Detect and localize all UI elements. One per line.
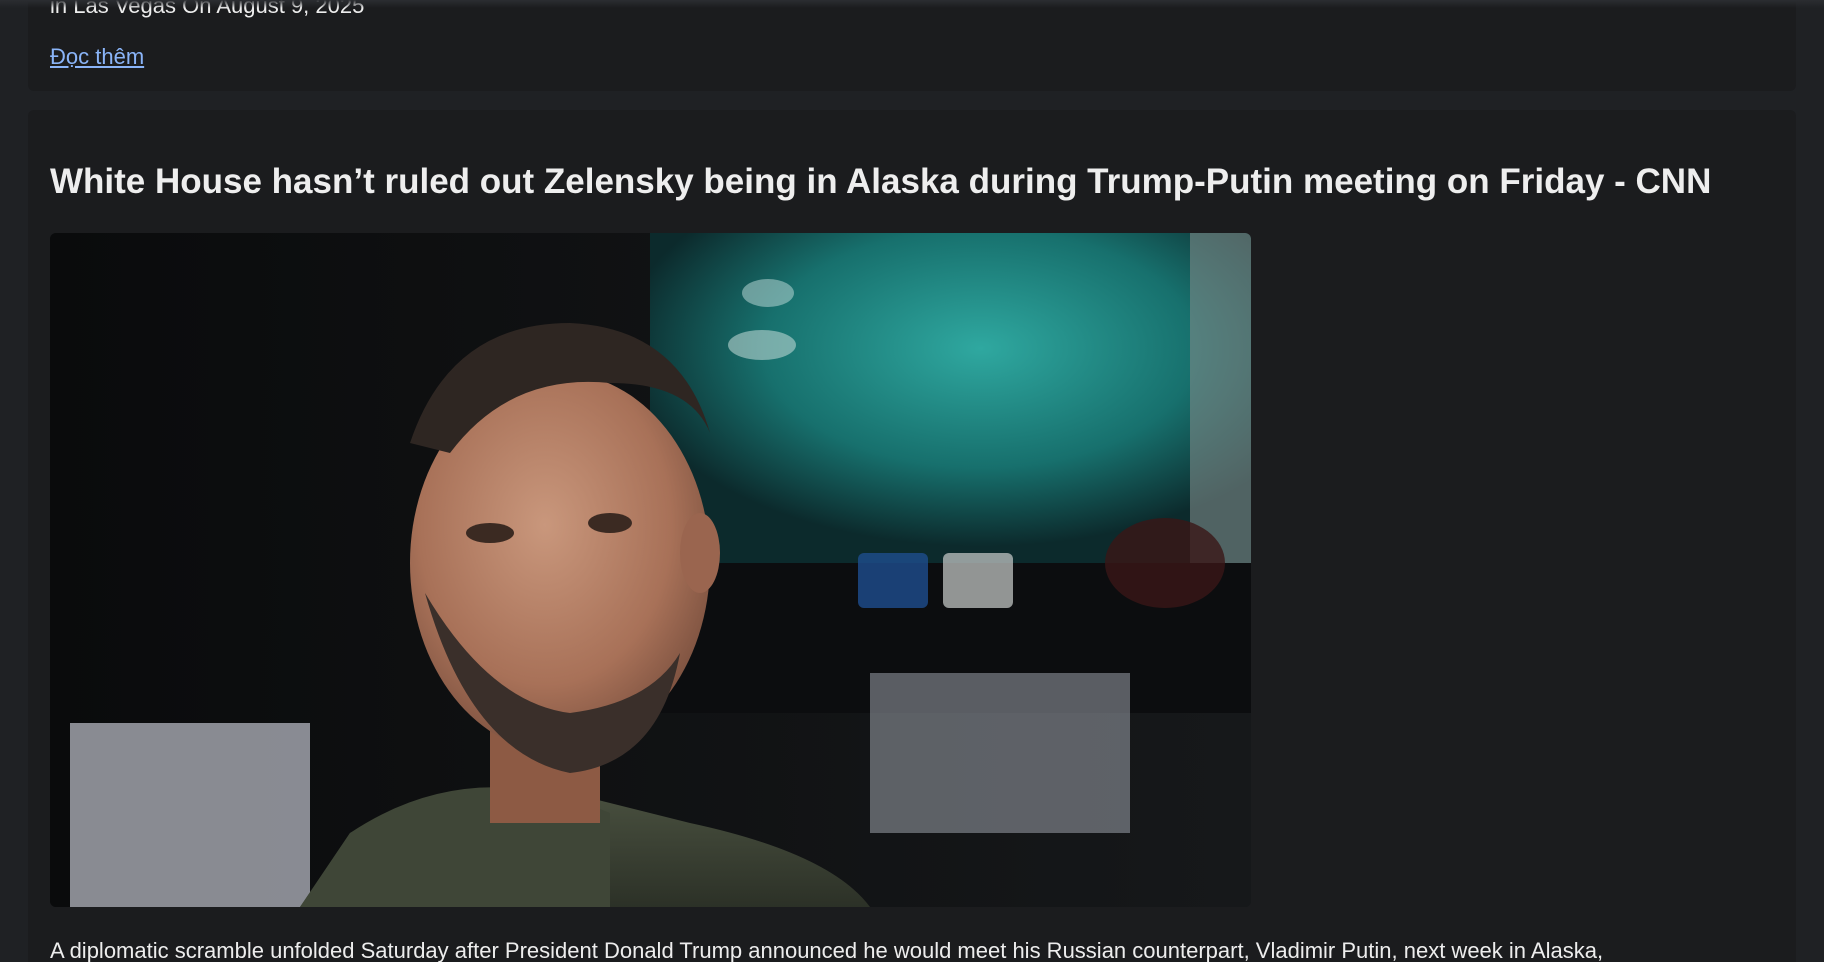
top-edge-shadow xyxy=(0,0,1824,8)
news-photo-icon xyxy=(50,233,1251,907)
article-image[interactable] xyxy=(50,233,1251,907)
article-summary: A diplomatic scramble unfolded Saturday … xyxy=(50,938,1604,962)
article-card: White House hasn’t ruled out Zelensky be… xyxy=(28,110,1796,962)
previous-article-card: in Las Vegas On August 9, 2025 Đọc thêm xyxy=(28,0,1796,91)
article-title[interactable]: White House hasn’t ruled out Zelensky be… xyxy=(50,162,1711,202)
news-feed: in Las Vegas On August 9, 2025 Đọc thêm … xyxy=(0,0,1824,962)
read-more-link[interactable]: Đọc thêm xyxy=(50,44,144,70)
